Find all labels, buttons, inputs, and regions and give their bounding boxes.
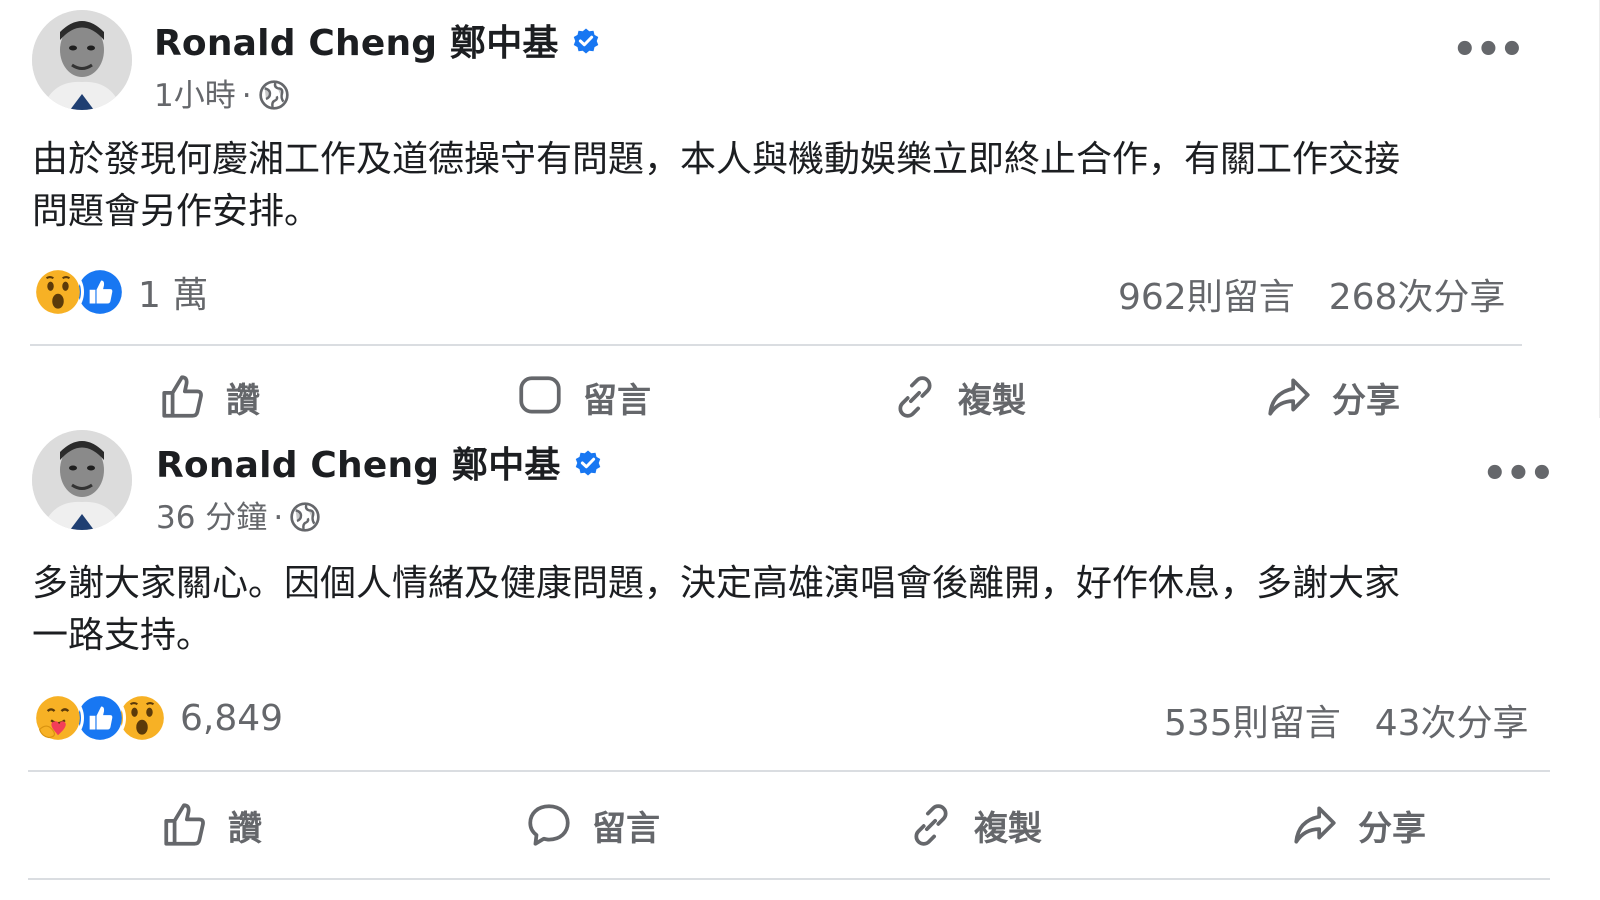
like-button[interactable]: 讚 [160, 800, 262, 850]
avatar-portrait-icon [32, 430, 132, 530]
author-name-text[interactable]: Ronald Cheng 鄭中基 [154, 23, 559, 64]
facebook-post-2: Ronald Cheng 鄭中基 36 分鐘 · ••• 多謝大家關心。因個人情緒… [0, 418, 1600, 900]
comments-count[interactable]: 535則留言 [1164, 703, 1341, 744]
like-button[interactable]: 讚 [158, 372, 260, 418]
author-avatar[interactable] [32, 10, 132, 110]
comment-label: 留言 [583, 380, 651, 419]
post-text-line-2: 問題會另作安排。 [32, 191, 321, 232]
post-text: 由於發現何慶湘工作及道德操守有問題，本人與機動娛樂立即終止合作，有關工作交接 問… [32, 134, 1400, 238]
post-meta: 36 分鐘 · [156, 492, 321, 537]
comment-label: 留言 [592, 808, 660, 849]
comment-button[interactable]: 留言 [515, 372, 651, 418]
comments-count[interactable]: 962則留言 [1118, 277, 1295, 318]
share-label: 分享 [1358, 808, 1426, 849]
like-label: 讚 [226, 380, 260, 419]
comment-icon [528, 804, 570, 846]
divider [28, 878, 1550, 880]
share-icon [1294, 806, 1336, 844]
shares-count[interactable]: 43次分享 [1375, 703, 1529, 744]
author-name[interactable]: Ronald Cheng 鄭中基 [156, 436, 603, 488]
post-text: 多謝大家關心。因個人情緒及健康問題，決定高雄演唱會後離開，好作休息，多謝大家 一… [32, 558, 1400, 662]
more-options-button[interactable]: ••• [1482, 454, 1555, 494]
share-icon [1268, 378, 1310, 416]
wow-icon [32, 266, 84, 318]
reactions-summary[interactable]: 1 萬 [32, 266, 208, 318]
comment-button[interactable]: 留言 [524, 800, 660, 850]
comment-icon [519, 376, 561, 414]
author-avatar[interactable] [32, 430, 132, 530]
author-name[interactable]: Ronald Cheng 鄭中基 [154, 14, 601, 66]
share-button[interactable]: 分享 [1264, 372, 1400, 418]
post-text-line-1: 多謝大家關心。因個人情緒及健康問題，決定高雄演唱會後離開，好作休息，多謝大家 [32, 563, 1401, 604]
globe-icon [258, 79, 289, 110]
more-options-button[interactable]: ••• [1452, 30, 1525, 70]
divider [28, 770, 1550, 772]
divider [30, 344, 1522, 346]
reaction-count[interactable]: 1 萬 [138, 266, 208, 318]
copy-link-button[interactable]: 複製 [890, 372, 1026, 418]
thumbs-up-icon [162, 375, 203, 418]
care-icon [32, 692, 84, 744]
copy-link-button[interactable]: 複製 [906, 800, 1042, 850]
share-label: 分享 [1332, 380, 1400, 419]
copy-label: 複製 [958, 380, 1026, 419]
reactions-summary[interactable]: 6,849 [32, 692, 283, 744]
post-text-line-2: 一路支持。 [32, 615, 213, 656]
meta-separator: · [241, 78, 252, 114]
post-meta: 1小時 · [154, 70, 290, 115]
thumbs-up-icon [164, 803, 205, 846]
meta-separator: · [273, 500, 284, 536]
link-icon [914, 804, 948, 846]
verified-badge-icon [575, 450, 600, 476]
like-label: 讚 [228, 808, 262, 849]
copy-label: 複製 [974, 808, 1042, 849]
shares-count[interactable]: 268次分享 [1329, 277, 1506, 318]
facebook-post-1: Ronald Cheng 鄭中基 1小時 · ••• 由於發現何慶湘工作及道德操守… [0, 0, 1600, 418]
verified-badge-icon [573, 28, 598, 54]
share-button[interactable]: 分享 [1290, 800, 1426, 850]
post-time[interactable]: 36 分鐘 [156, 500, 267, 536]
post-text-line-1: 由於發現何慶湘工作及道德操守有問題，本人與機動娛樂立即終止合作，有關工作交接 [32, 139, 1401, 180]
post-stats: 535則留言 43次分享 [1164, 694, 1529, 746]
post-stats: 962則留言 268次分享 [1118, 268, 1505, 320]
link-icon [898, 376, 932, 418]
reaction-count[interactable]: 6,849 [180, 698, 283, 739]
author-name-text[interactable]: Ronald Cheng 鄭中基 [156, 445, 561, 486]
post-time[interactable]: 1小時 [154, 78, 236, 114]
avatar-portrait-icon [32, 10, 132, 110]
globe-icon [290, 501, 320, 532]
